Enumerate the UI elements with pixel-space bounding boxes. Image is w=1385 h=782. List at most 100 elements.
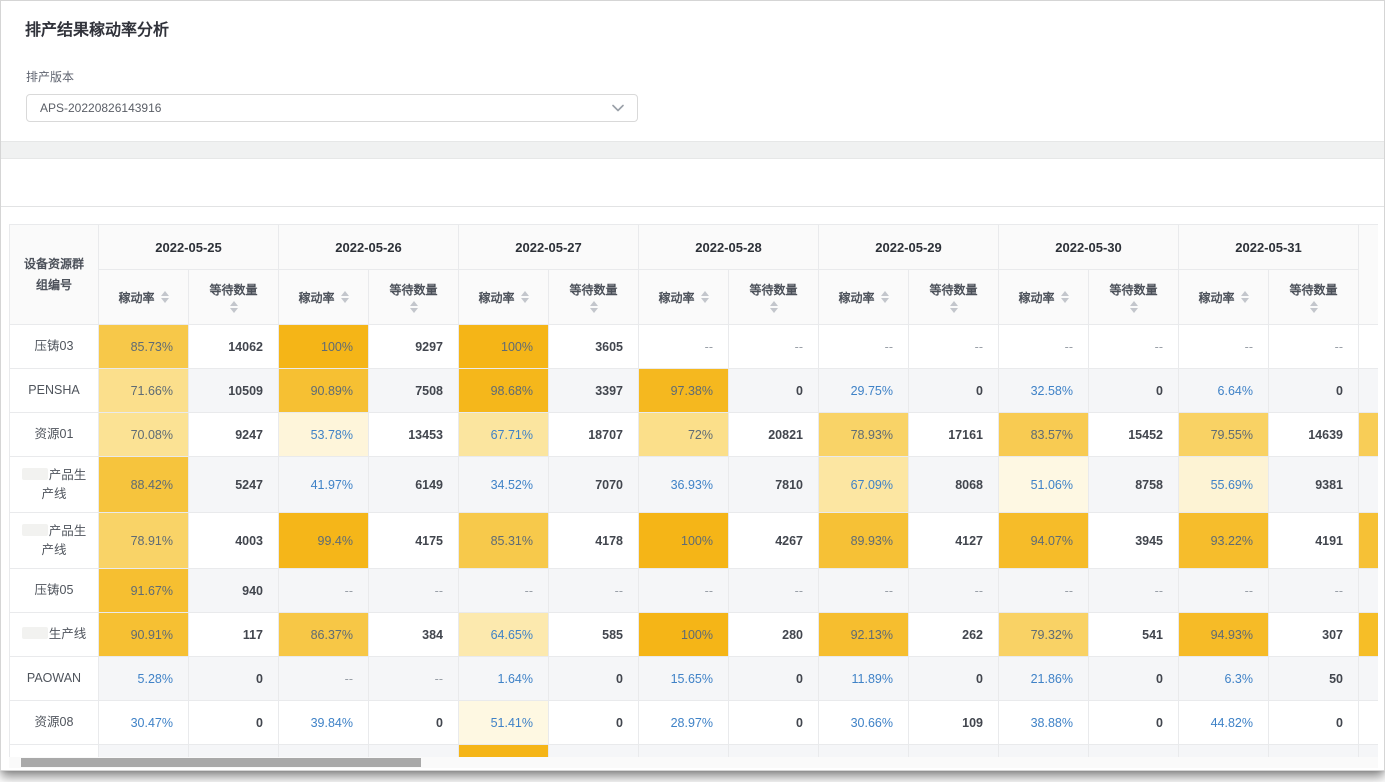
- rate-column-label: 稼动率: [118, 289, 154, 306]
- wait-cell: 5247: [189, 457, 279, 513]
- horizontal-scrollbar[interactable]: [9, 757, 1378, 768]
- wait-cell: 541: [1089, 613, 1179, 657]
- wait-cell: 9381: [1269, 457, 1359, 513]
- rate-cell: --: [639, 325, 729, 369]
- version-select[interactable]: APS-20220826143916: [26, 94, 638, 122]
- rate-cell: 85.73%: [99, 325, 189, 369]
- rate-cell: 98.68%: [459, 369, 549, 413]
- wait-column-label: 等待数量: [749, 281, 797, 298]
- rate-cell: --: [279, 569, 369, 613]
- rate-cell: 79.55%: [1179, 413, 1269, 457]
- row-label-text: PAOWAN: [27, 671, 81, 685]
- rate-cell: 91.67%: [99, 569, 189, 613]
- rate-cell: 38.88%: [999, 701, 1089, 745]
- wait-cell: 8758: [1089, 457, 1179, 513]
- caret-up-icon: [770, 301, 778, 306]
- rate-column-header[interactable]: 稼动率: [819, 270, 909, 325]
- wait-column-header[interactable]: 等待数量: [909, 270, 999, 325]
- wait-cell: 9297: [369, 325, 459, 369]
- rate-column-label: 稼动率: [1198, 289, 1234, 306]
- date-header-2022-05-31: 2022-05-31: [1179, 225, 1359, 270]
- wait-cell: --: [549, 569, 639, 613]
- wait-cell: 307: [1269, 613, 1359, 657]
- wait-cell: [189, 745, 279, 758]
- empty-section: [1, 159, 1384, 207]
- wait-column-header-inner: 等待数量: [549, 281, 638, 313]
- rate-column-label: 稼动率: [1018, 289, 1054, 306]
- caret-down-icon: [521, 298, 529, 303]
- wait-cell: 3397: [549, 369, 639, 413]
- rate-column-header[interactable]: 稼动率: [639, 270, 729, 325]
- rate-column-header-inner: 稼动率: [819, 289, 908, 306]
- date-header-2022-05-27: 2022-05-27: [459, 225, 639, 270]
- clipped-next-rate-cell: [1359, 457, 1379, 513]
- wait-column-header[interactable]: 等待数量: [549, 270, 639, 325]
- rate-column-header[interactable]: 稼动率: [1179, 270, 1269, 325]
- caret-up-icon: [1241, 291, 1249, 296]
- horizontal-scrollbar-thumb[interactable]: [21, 758, 421, 767]
- wait-cell: --: [369, 657, 459, 701]
- wait-column-header[interactable]: 等待数量: [189, 270, 279, 325]
- wait-cell: 50: [1269, 657, 1359, 701]
- clipped-next-column-header: [1359, 225, 1379, 325]
- row-label: PENSHA: [10, 369, 99, 413]
- rate-column-header-inner: 稼动率: [639, 289, 728, 306]
- caret-down-icon: [1130, 308, 1138, 313]
- row-label: 产品生产线: [10, 457, 99, 513]
- rate-cell: 32.58%: [999, 369, 1089, 413]
- redaction-box: [22, 524, 48, 536]
- rate-column-header[interactable]: 稼动率: [279, 270, 369, 325]
- wait-cell: 3605: [549, 325, 639, 369]
- rate-cell: 51.06%: [999, 457, 1089, 513]
- rate-cell: 5.28%: [99, 657, 189, 701]
- sort-caret-icon: [410, 301, 418, 313]
- wait-cell: [729, 745, 819, 758]
- caret-down-icon: [701, 298, 709, 303]
- rate-cell: 30.66%: [819, 701, 909, 745]
- wait-column-header[interactable]: 等待数量: [729, 270, 819, 325]
- wait-column-header[interactable]: 等待数量: [369, 270, 459, 325]
- wait-cell: 9247: [189, 413, 279, 457]
- rate-cell: [999, 745, 1089, 758]
- wait-cell: 13453: [369, 413, 459, 457]
- caret-down-icon: [881, 298, 889, 303]
- rate-column-header[interactable]: 稼动率: [999, 270, 1089, 325]
- rate-column-header[interactable]: 稼动率: [459, 270, 549, 325]
- wait-cell: 384: [369, 613, 459, 657]
- date-header-2022-05-26: 2022-05-26: [279, 225, 459, 270]
- rate-cell: 94.93%: [1179, 613, 1269, 657]
- rate-cell: 100%: [639, 513, 729, 569]
- wait-cell: --: [1269, 325, 1359, 369]
- rate-cell: 55.69%: [1179, 457, 1269, 513]
- page: 排产结果稼动率分析 排产版本 APS-20220826143916 设备资源群组…: [0, 0, 1385, 771]
- wait-cell: 4267: [729, 513, 819, 569]
- clipped-next-rate-cell: [1359, 413, 1379, 457]
- rate-cell: 21.86%: [999, 657, 1089, 701]
- wait-cell: 0: [549, 701, 639, 745]
- wait-column-header[interactable]: 等待数量: [1089, 270, 1179, 325]
- wait-cell: --: [909, 569, 999, 613]
- caret-down-icon: [230, 308, 238, 313]
- rate-column-header[interactable]: 稼动率: [99, 270, 189, 325]
- rate-cell: 11.89%: [819, 657, 909, 701]
- clipped-next-rate-cell: [1359, 325, 1379, 369]
- wait-cell: 4178: [549, 513, 639, 569]
- rate-cell: 93.22%: [1179, 513, 1269, 569]
- rate-cell: 90.89%: [279, 369, 369, 413]
- row-label: [10, 745, 99, 758]
- wait-cell: --: [1089, 325, 1179, 369]
- clipped-next-rate-cell: [1359, 701, 1379, 745]
- wait-column-header[interactable]: 等待数量: [1269, 270, 1359, 325]
- row-label-text: 资源08: [35, 715, 74, 729]
- rate-cell: 51.41%: [459, 701, 549, 745]
- rate-cell: 100%: [459, 325, 549, 369]
- wait-cell: 3945: [1089, 513, 1179, 569]
- wait-cell: 4127: [909, 513, 999, 569]
- wait-cell: 14639: [1269, 413, 1359, 457]
- rate-column-header-inner: 稼动率: [279, 289, 368, 306]
- rate-cell: 30.47%: [99, 701, 189, 745]
- sort-caret-icon: [521, 291, 529, 303]
- wait-cell: [369, 745, 459, 758]
- table-row: 生产线90.91%11786.37%38464.65%585100%28092.…: [10, 613, 1379, 657]
- wait-cell: 280: [729, 613, 819, 657]
